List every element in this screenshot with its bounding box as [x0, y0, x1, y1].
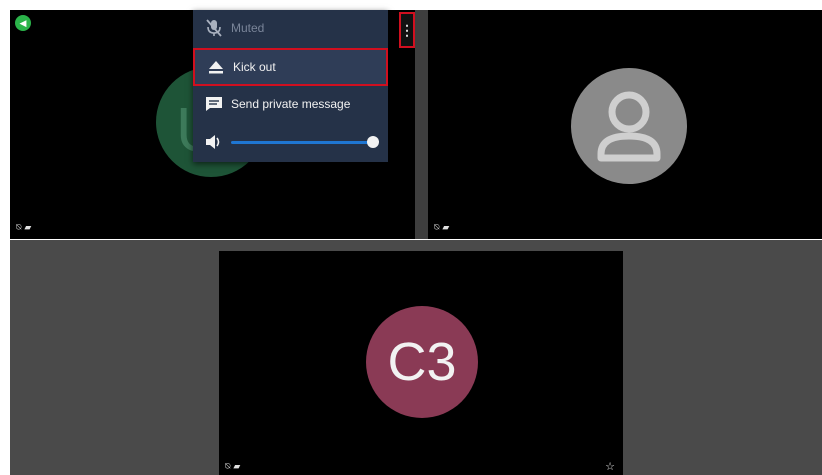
- camera-off-icon: ▰: [24, 222, 32, 232]
- menu-item-label: Kick out: [233, 60, 276, 74]
- menu-item-send-private-message[interactable]: Send private message: [193, 86, 388, 122]
- status-icons: ⍉ ▰: [434, 222, 449, 233]
- mic-muted-icon: ⍉: [434, 222, 440, 232]
- participant-menu: Muted Kick out Send private message: [193, 10, 388, 162]
- mic-muted-icon: ⍉: [225, 461, 231, 471]
- volume-slider-track[interactable]: [231, 141, 373, 144]
- person-icon: [597, 91, 661, 162]
- participant-tile-3[interactable]: C3 ⍉ ▰ ☆: [219, 251, 623, 475]
- mic-off-icon: [203, 19, 225, 37]
- video-conference-grid: ◀ U ⍉ ▰ ⍉ ▰ C3 ⍉ ▰ ☆: [0, 0, 822, 475]
- mic-muted-icon: ⍉: [16, 222, 22, 232]
- menu-item-kick-out[interactable]: Kick out: [193, 48, 388, 86]
- eject-icon: [205, 60, 227, 74]
- avatar: [571, 68, 687, 184]
- menu-item-label: Muted: [231, 21, 265, 35]
- star-icon[interactable]: ☆: [605, 460, 615, 473]
- volume-icon: [203, 134, 225, 150]
- status-icons: ⍉ ▰: [225, 461, 240, 472]
- menu-item-volume[interactable]: [193, 124, 388, 160]
- badge-glyph: ◀: [19, 17, 27, 28]
- participant-tile-2[interactable]: ⍉ ▰: [428, 10, 822, 239]
- message-icon: [203, 96, 225, 112]
- camera-off-icon: ▰: [442, 222, 450, 232]
- volume-slider-handle[interactable]: [367, 136, 379, 148]
- camera-off-icon: ▰: [233, 461, 241, 471]
- menu-item-muted: Muted: [193, 10, 388, 46]
- more-options-button[interactable]: ⋮: [399, 12, 415, 48]
- more-vertical-icon: ⋮: [400, 21, 414, 38]
- avatar: C3: [366, 306, 478, 418]
- tile-divider: [415, 10, 428, 239]
- status-icons: ⍉ ▰: [16, 222, 31, 233]
- avatar-initials: C3: [387, 332, 457, 392]
- connection-quality-icon: ◀: [15, 15, 31, 31]
- menu-item-label: Send private message: [231, 97, 351, 111]
